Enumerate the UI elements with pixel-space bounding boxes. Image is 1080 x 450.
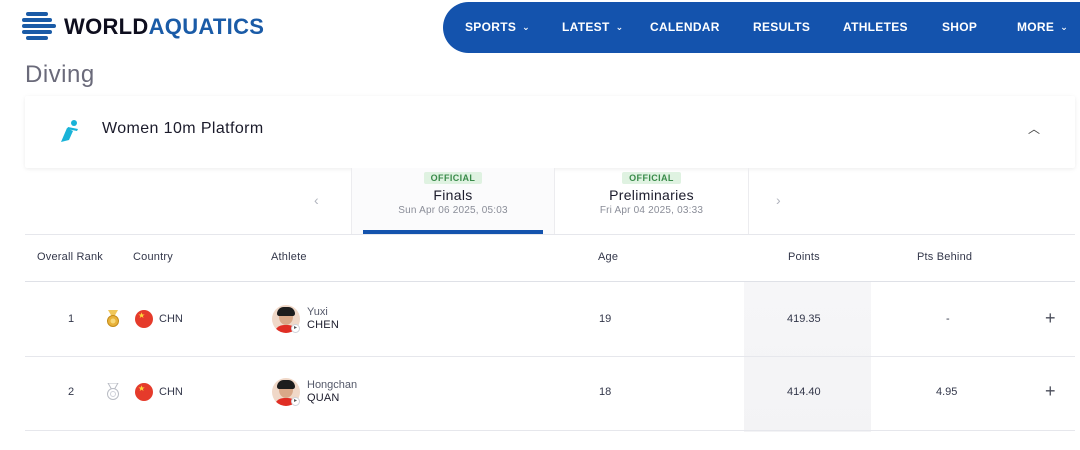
chevron-up-icon[interactable]: ︿ — [1025, 120, 1043, 138]
header-age[interactable]: Age — [598, 251, 618, 263]
athlete-last-name[interactable]: CHEN — [307, 319, 339, 331]
round-tabs: ‹ OFFICIAL Finals Sun Apr 06 2025, 05:03… — [0, 168, 1080, 236]
logo-word-aquatics: AQUATICS — [148, 14, 265, 39]
nav-label: SHOP — [942, 20, 978, 34]
nav-label: RESULTS — [753, 20, 811, 34]
table-row[interactable]: 2 CHN ▸ Hongchan QUAN 18 414.40 4.95 + — [25, 356, 1075, 430]
china-flag-icon — [135, 310, 153, 328]
header-country[interactable]: Country — [133, 251, 173, 263]
world-aquatics-logo[interactable]: WORLDAQUATICS — [22, 12, 264, 42]
athlete-first-name[interactable]: Hongchan — [307, 379, 357, 391]
chevron-right-icon[interactable]: › — [776, 192, 781, 208]
chevron-down-icon: ⌄ — [615, 22, 624, 32]
event-name: Women 10m Platform — [102, 120, 264, 137]
athlete-first-name[interactable]: Yuxi — [307, 306, 328, 318]
tab-preliminaries[interactable]: OFFICIAL Preliminaries Fri Apr 04 2025, … — [555, 168, 749, 234]
diving-icon — [61, 120, 78, 142]
logo-wordmark: WORLDAQUATICS — [64, 12, 264, 42]
divider — [25, 234, 1075, 235]
event-accordion[interactable]: Women 10m Platform ︿ — [25, 96, 1075, 168]
header-overall-rank[interactable]: Overall Rank — [37, 251, 103, 263]
header-athlete[interactable]: Athlete — [271, 251, 307, 263]
nav-label: MORE — [1017, 20, 1055, 34]
country-code: CHN — [159, 386, 183, 398]
nav-item-more[interactable]: MORE ⌄ — [1017, 2, 1068, 53]
points-cell: 419.35 — [787, 313, 821, 325]
nav-label: LATEST — [562, 20, 610, 34]
nav-item-sports[interactable]: SPORTS ⌄ — [465, 2, 530, 53]
tab-title: Preliminaries — [609, 187, 694, 203]
nav-label: ATHLETES — [843, 20, 908, 34]
expand-row-button[interactable]: + — [1045, 382, 1056, 400]
nav-item-results[interactable]: RESULTS — [753, 2, 810, 53]
nav-label: CALENDAR — [650, 20, 720, 34]
main-nav: SPORTS ⌄ LATEST ⌄ CALENDAR RESULTS ATHLETE… — [443, 2, 1080, 53]
tab-title: Finals — [433, 187, 473, 203]
tab-finals[interactable]: OFFICIAL Finals Sun Apr 06 2025, 05:03 — [351, 168, 555, 234]
page-title: Diving — [25, 61, 95, 88]
nav-item-latest[interactable]: LATEST ⌄ — [562, 2, 623, 53]
athlete-last-name[interactable]: QUAN — [307, 392, 340, 404]
site-header: WORLDAQUATICS SPORTS ⌄ LATEST ⌄ CALENDAR R… — [0, 0, 1080, 54]
divider — [25, 281, 1075, 282]
china-flag-icon — [135, 383, 153, 401]
rank-cell: 2 — [68, 386, 75, 398]
divider — [25, 430, 1075, 431]
table-row[interactable]: 1 CHN ▸ Yuxi CHEN 19 419.35 - + — [25, 283, 1075, 357]
nav-item-shop[interactable]: SHOP — [942, 2, 977, 53]
header-points[interactable]: Points — [788, 251, 820, 263]
tab-date: Fri Apr 04 2025, 03:33 — [599, 205, 704, 216]
points-cell: 414.40 — [787, 386, 821, 398]
expand-row-button[interactable]: + — [1045, 309, 1056, 327]
country-code: CHN — [159, 313, 183, 325]
flag-badge-icon: ▸ — [291, 324, 300, 333]
nav-item-calendar[interactable]: CALENDAR — [650, 2, 720, 53]
nav-item-athletes[interactable]: ATHLETES — [843, 2, 908, 53]
chevron-down-icon: ⌄ — [522, 22, 530, 32]
official-badge: OFFICIAL — [622, 172, 681, 184]
pts-behind-cell: - — [946, 313, 950, 325]
rank-cell: 1 — [68, 313, 75, 325]
logo-mark-icon — [22, 12, 56, 42]
pts-behind-cell: 4.95 — [936, 386, 958, 398]
age-cell: 18 — [599, 386, 612, 398]
age-cell: 19 — [599, 313, 612, 325]
header-pts-behind[interactable]: Pts Behind — [917, 251, 972, 263]
chevron-down-icon: ⌄ — [1060, 22, 1069, 32]
logo-word-world: WORLD — [64, 14, 149, 39]
silver-medal-icon — [107, 383, 119, 400]
official-badge: OFFICIAL — [423, 172, 483, 184]
flag-badge-icon: ▸ — [291, 397, 300, 406]
gold-medal-icon — [107, 310, 119, 327]
chevron-left-icon[interactable]: ‹ — [314, 192, 319, 208]
nav-label: SPORTS — [465, 20, 517, 34]
tab-date: Sun Apr 06 2025, 05:03 — [398, 205, 508, 216]
